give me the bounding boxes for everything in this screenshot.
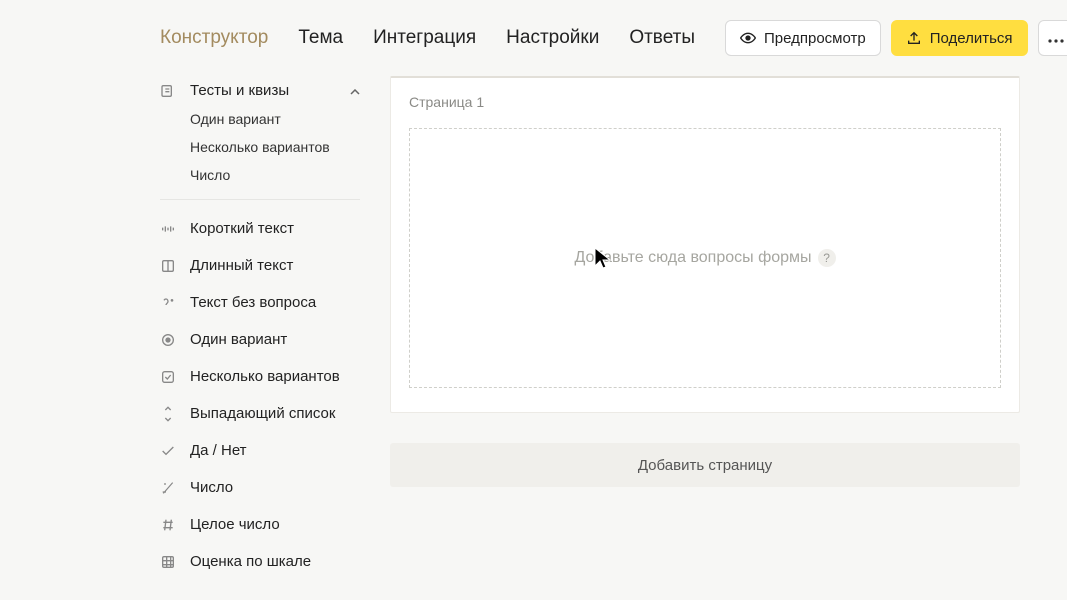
chevron-up-icon (350, 84, 360, 98)
sidebar-sub-number[interactable]: Число (160, 161, 360, 189)
dropdown-icon (160, 406, 176, 422)
main-panel: Страница 1 Добавьте сюда вопросы формы ?… (390, 76, 1020, 487)
sidebar-item-label: Да / Нет (190, 442, 247, 459)
sidebar-item-yes-no[interactable]: Да / Нет (160, 432, 360, 469)
sidebar-item-label: Несколько вариантов (190, 368, 340, 385)
tab-theme[interactable]: Тема (298, 27, 343, 49)
check-icon (160, 443, 176, 459)
form-dropzone[interactable]: Добавьте сюда вопросы формы ? (409, 128, 1001, 388)
top-actions: Предпросмотр Поделиться (725, 20, 1067, 56)
share-label: Поделиться (930, 30, 1013, 47)
sidebar-item-label: Текст без вопроса (190, 294, 316, 311)
dropzone-hint: Добавьте сюда вопросы формы ? (574, 249, 835, 267)
sidebar-item-scale[interactable]: Оценка по шкале (160, 543, 360, 580)
radio-icon (160, 332, 176, 348)
sidebar-item-several-variants[interactable]: Несколько вариантов (160, 358, 360, 395)
sidebar-item-label: Выпадающий список (190, 405, 335, 422)
sidebar-item-label: Один вариант (190, 331, 287, 348)
preview-label: Предпросмотр (764, 30, 866, 47)
add-page-button[interactable]: Добавить страницу (390, 443, 1020, 487)
sidebar-item-label: Оценка по шкале (190, 553, 311, 570)
sidebar-sub-several-variants[interactable]: Несколько вариантов (160, 133, 360, 161)
sidebar-item-label: Целое число (190, 516, 280, 533)
fraction-icon (160, 480, 176, 496)
sidebar-divider (160, 199, 360, 200)
content-area: Тесты и квизы Один вариант Несколько вар… (0, 76, 1067, 580)
tab-settings[interactable]: Настройки (506, 27, 599, 49)
sidebar-group-tests[interactable]: Тесты и квизы (160, 76, 360, 105)
text-icon (160, 295, 176, 311)
top-bar: Конструктор Тема Интеграция Настройки От… (0, 0, 1067, 76)
sidebar: Тесты и квизы Один вариант Несколько вар… (160, 76, 360, 580)
sidebar-group-label: Тесты и квизы (190, 82, 289, 99)
tab-constructor[interactable]: Конструктор (160, 27, 268, 49)
sidebar-item-label: Число (190, 479, 233, 496)
share-icon (906, 30, 922, 46)
checkbox-icon (160, 369, 176, 385)
more-icon (1048, 30, 1064, 47)
sidebar-item-label: Короткий текст (190, 220, 294, 237)
sidebar-item-one-variant[interactable]: Один вариант (160, 321, 360, 358)
sidebar-item-number[interactable]: Число (160, 469, 360, 506)
sidebar-item-long-text[interactable]: Длинный текст (160, 247, 360, 284)
help-icon[interactable]: ? (818, 249, 836, 267)
main-tabs: Конструктор Тема Интеграция Настройки От… (160, 27, 695, 49)
short-text-icon (160, 221, 176, 237)
long-text-icon (160, 258, 176, 274)
sidebar-item-label: Длинный текст (190, 257, 293, 274)
page-title: Страница 1 (409, 94, 1001, 110)
sidebar-item-no-question[interactable]: Текст без вопроса (160, 284, 360, 321)
share-button[interactable]: Поделиться (891, 20, 1028, 56)
cursor-icon (593, 246, 613, 270)
sidebar-sub-one-variant[interactable]: Один вариант (160, 105, 360, 133)
more-button[interactable] (1038, 20, 1067, 56)
eye-icon (740, 30, 756, 46)
preview-button[interactable]: Предпросмотр (725, 20, 881, 56)
page-card: Страница 1 Добавьте сюда вопросы формы ? (390, 76, 1020, 413)
grid-icon (160, 554, 176, 570)
tab-integration[interactable]: Интеграция (373, 27, 476, 49)
tab-answers[interactable]: Ответы (629, 27, 695, 49)
sidebar-item-dropdown[interactable]: Выпадающий список (160, 395, 360, 432)
quiz-icon (160, 83, 176, 99)
sidebar-item-short-text[interactable]: Короткий текст (160, 210, 360, 247)
sidebar-item-integer[interactable]: Целое число (160, 506, 360, 543)
hash-icon (160, 517, 176, 533)
